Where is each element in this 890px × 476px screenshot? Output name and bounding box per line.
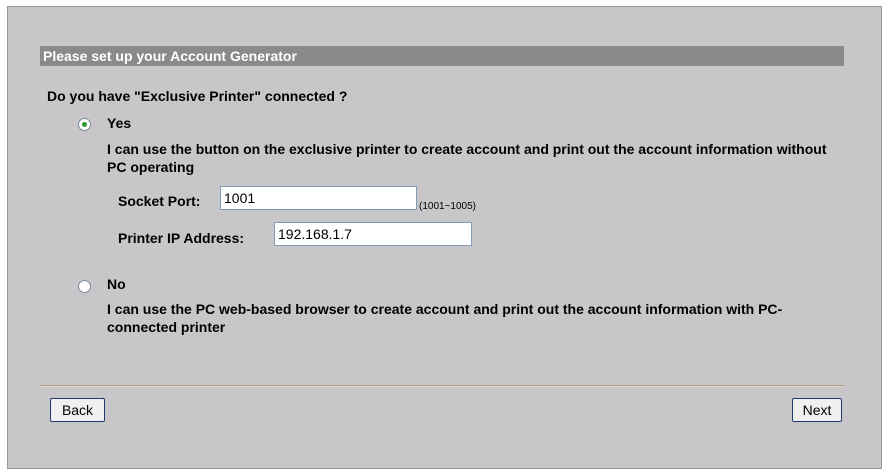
radio-no[interactable] xyxy=(78,280,91,293)
back-button[interactable]: Back xyxy=(50,398,105,422)
socket-port-input[interactable] xyxy=(220,186,417,210)
no-description: I can use the PC web-based browser to cr… xyxy=(107,301,783,335)
yes-description: I can use the button on the exclusive pr… xyxy=(107,141,827,175)
socket-port-label: Socket Port: xyxy=(118,193,201,209)
no-label[interactable]: No xyxy=(107,276,126,292)
printer-ip-input[interactable] xyxy=(274,222,472,246)
socket-port-range-hint: (1001~1005) xyxy=(419,201,476,212)
section-title-bar: Please set up your Account Generator xyxy=(40,46,844,66)
yes-label[interactable]: Yes xyxy=(107,115,131,131)
section-title: Please set up your Account Generator xyxy=(43,48,297,64)
footer-divider xyxy=(40,385,844,387)
next-button[interactable]: Next xyxy=(792,398,842,422)
printer-ip-label: Printer IP Address: xyxy=(118,230,245,246)
printer-question: Do you have "Exclusive Printer" connecte… xyxy=(47,88,348,104)
radio-yes[interactable] xyxy=(78,118,91,131)
